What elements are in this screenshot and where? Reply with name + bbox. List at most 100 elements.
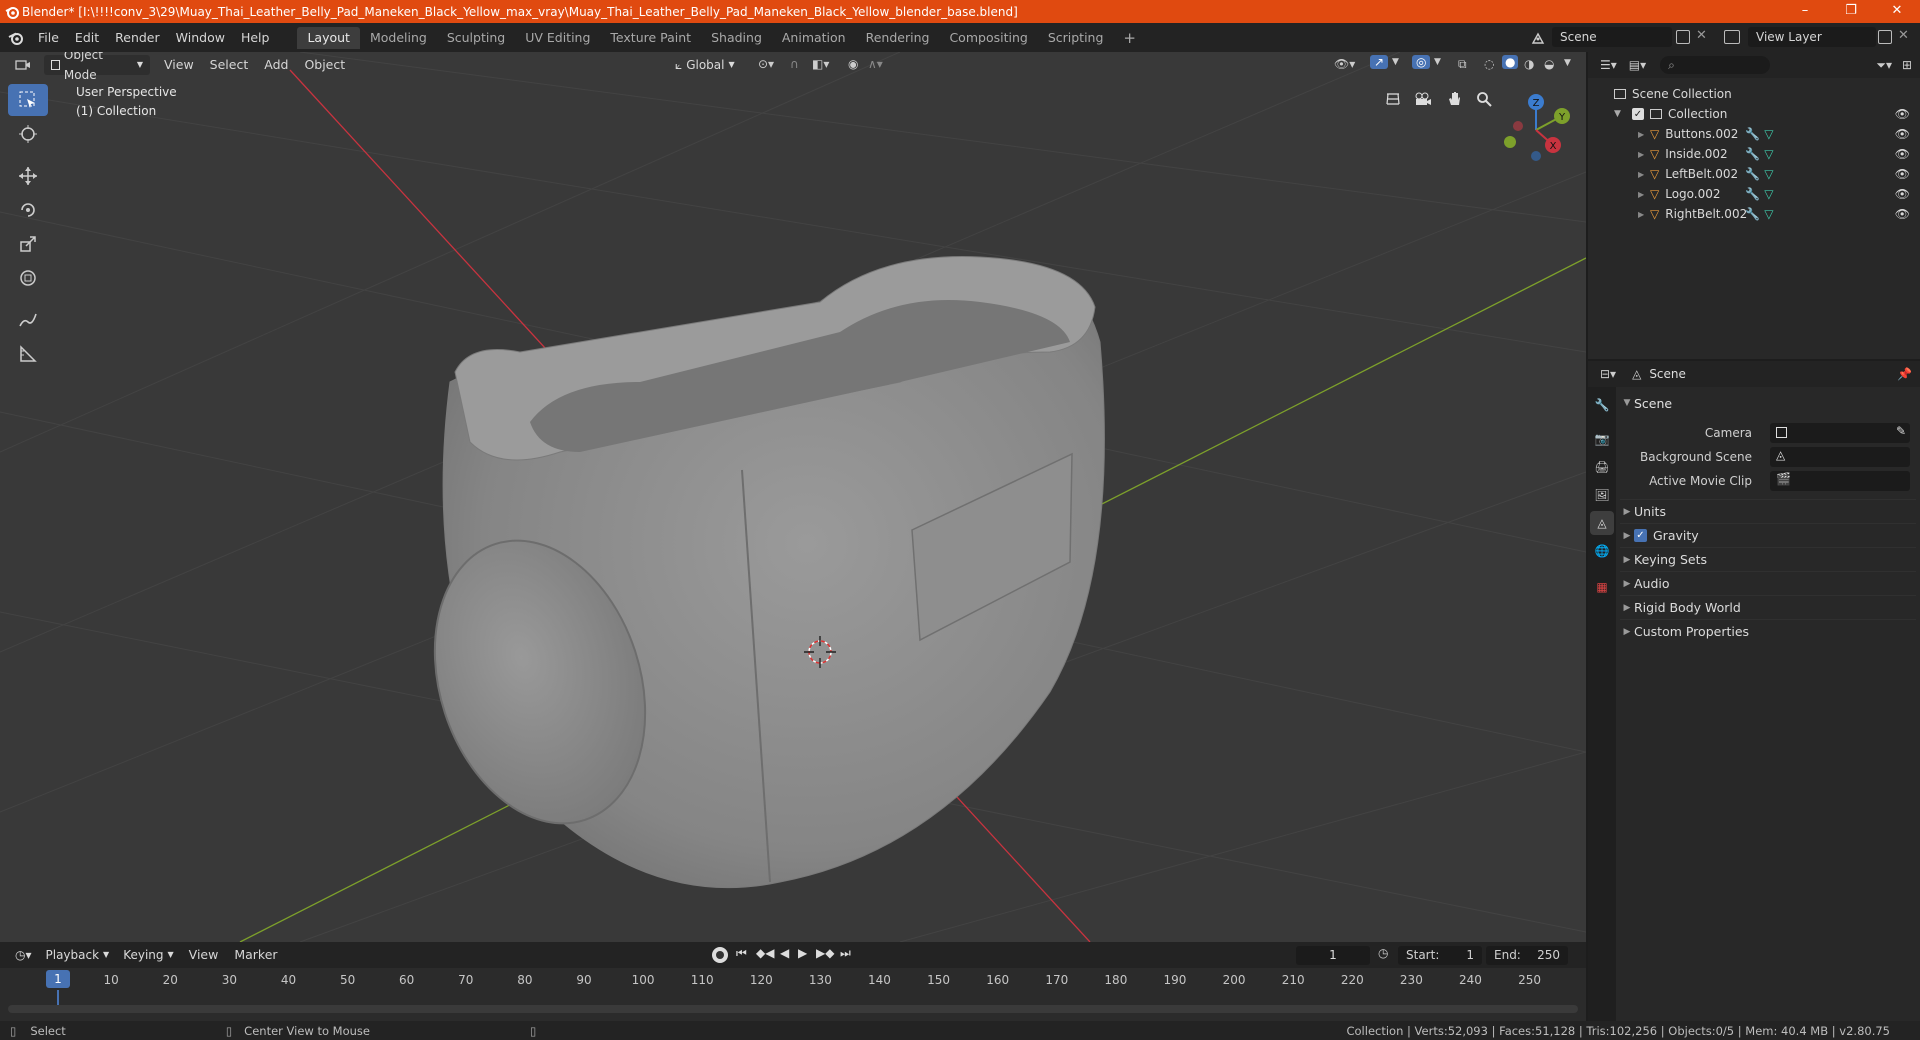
overlay-toggle-icon[interactable]: ◎ [1412, 55, 1431, 69]
delete-view-layer-icon[interactable]: ✕ [1898, 28, 1909, 43]
outliner-object-row[interactable]: ▶ ▽ RightBelt.002 🔧 ▽ 👁 [1588, 204, 1920, 224]
play-icon[interactable]: ▶ [798, 946, 807, 960]
scene-tab-icon[interactable]: ◬ [1590, 511, 1614, 535]
record-icon[interactable] [712, 947, 728, 963]
tab-layout[interactable]: Layout [297, 26, 360, 49]
xray-toggle-icon[interactable]: ⧉ [1458, 57, 1467, 72]
outliner-scene-collection[interactable]: Scene Collection [1588, 84, 1920, 104]
camera-field[interactable]: ✎ [1770, 423, 1910, 443]
snap-target-icon[interactable]: ◧▾ [812, 57, 829, 71]
modifier-wrench-icon[interactable]: 🔧 [1745, 167, 1760, 181]
overlay-dropdown-icon[interactable]: ▼ [1434, 57, 1441, 67]
annotate-tool[interactable] [8, 304, 48, 336]
expand-toggle-icon[interactable]: ▶ [1638, 130, 1650, 139]
tab-scripting[interactable]: Scripting [1038, 27, 1114, 49]
expand-toggle-icon[interactable]: ▶ [1638, 190, 1650, 199]
next-keyframe-icon[interactable]: ▶◆ [816, 946, 834, 960]
current-frame-field[interactable]: 1 [1296, 946, 1370, 965]
3d-viewport[interactable]: Object Mode ▼ View Select Add Object ⟀ G… [0, 52, 1586, 942]
menu-render[interactable]: Render [107, 28, 168, 48]
wireframe-shading-icon[interactable]: ◌ [1484, 57, 1494, 71]
expand-toggle-icon[interactable]: ▶ [1638, 210, 1650, 219]
frame-ruler[interactable]: 1 10 20 30 40 50 60 70 80 90 100 110 120 130 140 150 16… [0, 968, 1586, 992]
render-tab-icon[interactable]: 📷 [1590, 427, 1614, 451]
timeline-menu-view[interactable]: View [181, 945, 227, 965]
timeline-menu-marker[interactable]: Marker [226, 945, 285, 965]
timeline-editor-type-icon[interactable]: ◷▾ [8, 945, 39, 965]
blender-menu-icon[interactable] [8, 31, 30, 45]
view-layer-icon[interactable] [1724, 30, 1740, 44]
viewport-menu-view[interactable]: View [156, 55, 202, 75]
audio-panel[interactable]: ▶ Audio [1620, 571, 1916, 595]
current-frame-indicator[interactable]: 1 [46, 970, 70, 988]
eyedropper-icon[interactable]: ✎ [1896, 424, 1906, 438]
menu-help[interactable]: Help [233, 28, 278, 48]
gizmo-neg-z-icon[interactable] [1531, 151, 1541, 161]
pivot-point-icon[interactable]: ⊙▾ [758, 57, 774, 71]
falloff-icon[interactable]: ∧▾ [868, 57, 883, 71]
collection-checkbox[interactable]: ✓ [1632, 108, 1644, 120]
mesh-data-icon[interactable]: ▽ [1764, 127, 1773, 141]
scene-selector-icon[interactable] [1528, 28, 1548, 48]
filter-icon[interactable]: ⏷▾ [1876, 58, 1892, 73]
eye-icon[interactable]: 👁 [1895, 187, 1910, 201]
play-reverse-icon[interactable]: ◀ [780, 946, 789, 960]
select-box-tool[interactable] [8, 84, 48, 116]
tab-texture-paint[interactable]: Texture Paint [600, 27, 701, 49]
timeline-scrollbar[interactable] [8, 1005, 1578, 1013]
eye-icon[interactable]: 👁 [1895, 207, 1910, 221]
minimize-button[interactable]: – [1782, 0, 1828, 23]
delete-scene-icon[interactable]: ✕ [1696, 28, 1707, 43]
preview-range-icon[interactable]: ◷ [1378, 946, 1388, 960]
viewport-menu-object[interactable]: Object [296, 55, 353, 75]
prev-keyframe-icon[interactable]: ◆◀ [756, 946, 774, 960]
start-frame-field[interactable]: Start: 1 [1398, 946, 1482, 965]
transform-orientation-dropdown[interactable]: ⟀ Global ▼ [668, 55, 742, 75]
keying-menu[interactable]: Keying ▼ [116, 945, 180, 965]
eye-icon[interactable]: 👁 [1895, 127, 1910, 141]
new-view-layer-icon[interactable] [1878, 30, 1892, 44]
background-scene-field[interactable]: ◬ [1770, 447, 1910, 467]
outliner-object-row[interactable]: ▶ ▽ Buttons.002 🔧 ▽ 👁 [1588, 124, 1920, 144]
jump-end-icon[interactable]: ⏭ [840, 946, 851, 961]
properties-editor-type-icon[interactable]: ⊟▾ [1600, 367, 1616, 381]
tab-sculpting[interactable]: Sculpting [437, 27, 515, 49]
tool-tab-icon[interactable]: 🔧 [1590, 393, 1614, 417]
display-mode-icon[interactable]: ▤▾ [1629, 58, 1646, 72]
scene-panel-header[interactable]: ▼ Scene [1620, 391, 1916, 415]
modifier-wrench-icon[interactable]: 🔧 [1745, 207, 1760, 221]
keying-sets-panel[interactable]: ▶ Keying Sets [1620, 547, 1916, 571]
units-panel[interactable]: ▶ Units [1620, 499, 1916, 523]
rotate-tool[interactable] [8, 194, 48, 226]
expand-toggle-icon[interactable]: ▼ [1614, 109, 1626, 119]
gravity-panel[interactable]: ▶ ✓ Gravity [1620, 523, 1916, 547]
camera-view-icon[interactable] [1410, 86, 1436, 112]
solid-shading-icon[interactable]: ● [1502, 55, 1519, 69]
transform-tool[interactable] [8, 262, 48, 294]
output-tab-icon[interactable]: 🖨 [1590, 455, 1614, 479]
move-tool[interactable] [8, 160, 48, 192]
new-collection-icon[interactable]: ⊞ [1902, 58, 1912, 72]
cursor-tool[interactable] [8, 118, 48, 150]
scene-name-field[interactable]: Scene [1552, 27, 1672, 47]
tab-animation[interactable]: Animation [772, 27, 856, 49]
menu-edit[interactable]: Edit [67, 28, 107, 48]
object-mode-dropdown[interactable]: Object Mode ▼ [44, 52, 150, 82]
outliner-editor-type-icon[interactable]: ☰▾ [1600, 58, 1617, 72]
gizmo-neg-x-icon[interactable] [1513, 121, 1523, 131]
gizmo-toggle-icon[interactable]: ↗ [1370, 55, 1389, 69]
playback-menu[interactable]: Playback ▼ [39, 945, 117, 965]
viewport-menu-select[interactable]: Select [202, 55, 257, 75]
gizmo-dropdown-icon[interactable]: ▼ [1392, 57, 1399, 67]
proportional-edit-icon[interactable]: ◉ [848, 57, 858, 71]
material-shading-icon[interactable]: ◑ [1524, 57, 1534, 71]
mesh-data-icon[interactable]: ▽ [1764, 187, 1773, 201]
eye-icon[interactable]: 👁 [1895, 107, 1910, 121]
eye-icon[interactable]: 👁 [1895, 147, 1910, 161]
pan-view-icon[interactable] [1441, 86, 1467, 112]
outliner-object-row[interactable]: ▶ ▽ Inside.002 🔧 ▽ 👁 [1588, 144, 1920, 164]
active-movie-clip-field[interactable]: 🎬 [1770, 471, 1910, 491]
scale-tool[interactable] [8, 228, 48, 260]
snap-icon[interactable]: ∩ [790, 57, 799, 71]
tab-modeling[interactable]: Modeling [360, 27, 437, 49]
